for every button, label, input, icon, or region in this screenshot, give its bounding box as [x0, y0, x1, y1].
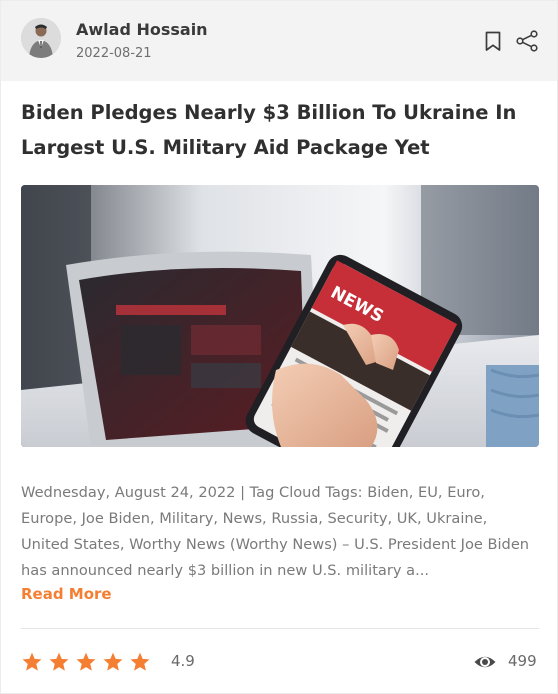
news-phone-photo: NEWS: [21, 185, 539, 447]
bookmark-icon: [485, 31, 501, 51]
bookmark-button[interactable]: [481, 29, 505, 53]
article-title[interactable]: Biden Pledges Nearly $3 Billion To Ukrai…: [21, 95, 531, 165]
star-icon: [103, 652, 123, 671]
post-date: 2022-08-21: [76, 46, 152, 61]
divider: [21, 628, 539, 629]
rating-value: 4.9: [171, 652, 195, 670]
share-button[interactable]: [515, 29, 539, 53]
star-icon: [49, 652, 69, 671]
star-icon: [76, 652, 96, 671]
card-header: Awlad Hossain 2022-08-21: [1, 1, 557, 81]
views: [473, 651, 497, 673]
eye-icon: [474, 656, 496, 668]
star-rating[interactable]: [21, 651, 151, 673]
read-more-link[interactable]: Read More: [21, 585, 112, 603]
share-icon: [516, 30, 538, 52]
views-count: 499: [508, 652, 537, 670]
avatar-image: [21, 18, 61, 58]
article-excerpt: Wednesday, August 24, 2022 | Tag Cloud T…: [21, 484, 530, 579]
article-image[interactable]: NEWS: [21, 185, 539, 447]
avatar[interactable]: [21, 18, 61, 58]
star-icon: [130, 652, 150, 671]
author-name[interactable]: Awlad Hossain: [76, 20, 208, 39]
star-icon: [22, 652, 42, 671]
news-card: Awlad Hossain 2022-08-21 Biden Pledges N…: [0, 0, 558, 694]
